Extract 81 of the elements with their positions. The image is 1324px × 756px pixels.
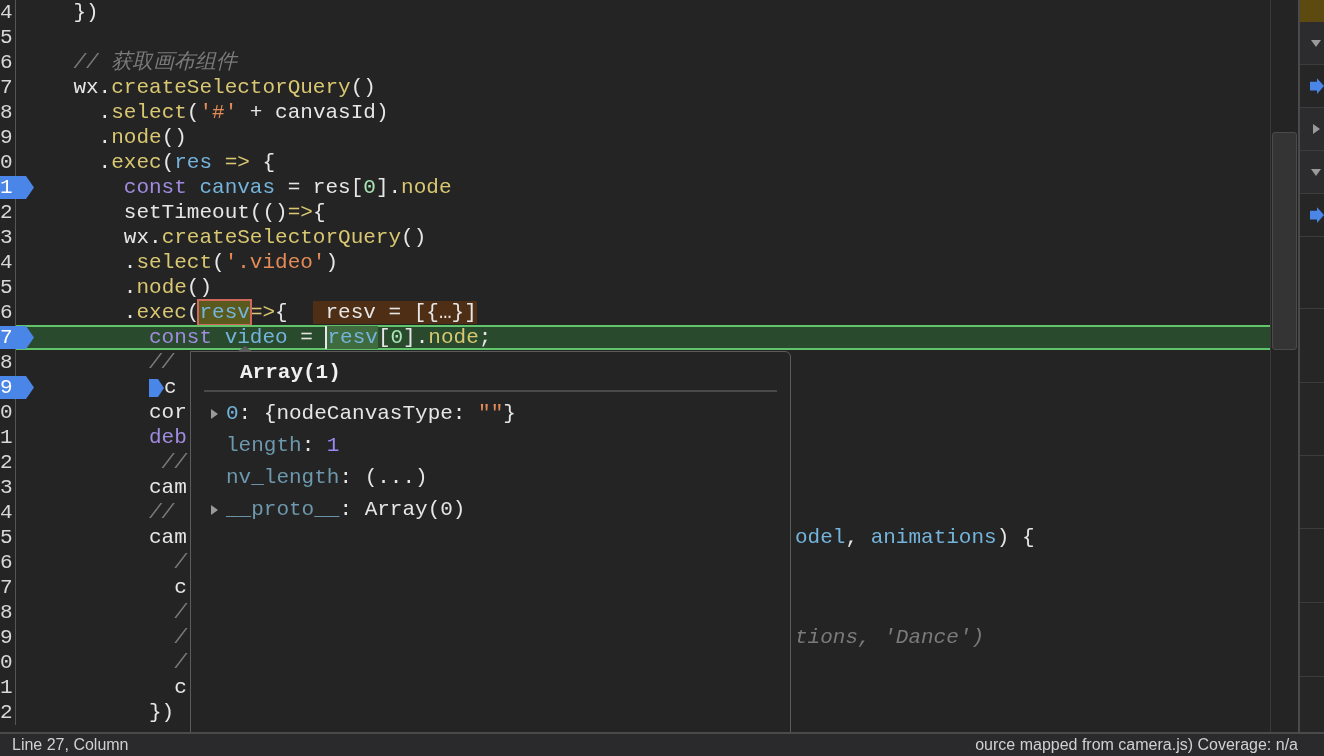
property-entry: length: 1 <box>226 433 340 460</box>
code-line: / <box>173 600 187 625</box>
arrow-icon[interactable] <box>1310 77 1324 95</box>
line-number: 1 <box>0 425 14 450</box>
line-number: 0 <box>0 400 14 425</box>
code-line: .select('.video') <box>122 250 339 275</box>
line-number: 7 <box>0 575 14 600</box>
line-number: 9 <box>0 125 14 150</box>
line-number: 2 <box>0 700 14 725</box>
code-line: }) <box>72 0 99 25</box>
collapse-icon[interactable] <box>1310 37 1322 49</box>
sidebar-section-header[interactable] <box>1300 108 1324 151</box>
code-line: / <box>173 550 187 575</box>
code-line: .exec(res => { <box>97 150 276 175</box>
expand-icon[interactable] <box>208 504 220 516</box>
code-line: c <box>173 675 187 700</box>
line-number: 8 <box>0 350 14 375</box>
code-line: / <box>173 625 187 650</box>
line-number: 0 <box>0 650 14 675</box>
code-line: // <box>148 500 175 525</box>
code-line: odel, animations) { <box>795 525 1035 550</box>
code-line: cam <box>148 525 187 550</box>
line-number: 1 <box>0 675 14 700</box>
breakpoint-marker-icon[interactable] <box>0 376 34 399</box>
line-number: 2 <box>0 200 14 225</box>
scrollbar-thumb[interactable] <box>1272 132 1297 350</box>
status-text: Line 27, Column <box>11 735 129 755</box>
code-line: .node() <box>122 275 213 300</box>
sidebar-section-header[interactable] <box>1300 151 1324 194</box>
line-number: 7 <box>0 75 14 100</box>
code-line: c <box>164 375 177 400</box>
code-line: cam <box>148 475 187 500</box>
line-number: 5 <box>0 275 14 300</box>
property-entry: nv_length: (...) <box>226 465 428 492</box>
breakpoint-marker-icon[interactable] <box>0 176 34 199</box>
code-line: wx.createSelectorQuery() <box>72 75 376 100</box>
arrow-icon[interactable] <box>1310 206 1324 224</box>
breakpoint-marker-icon[interactable] <box>0 326 34 349</box>
property-entry: __proto__: Array(0) <box>226 497 466 524</box>
code-line: .exec(resv=>{ resv = [{…}] <box>122 300 477 325</box>
code-line: cor <box>148 400 187 425</box>
code-line: setTimeout(()=>{ <box>122 200 326 225</box>
expand-icon[interactable] <box>208 408 220 420</box>
line-number: 9 <box>0 625 14 650</box>
code-line: const canvas = res[0].node <box>122 175 452 200</box>
code-line: // <box>148 350 175 375</box>
code-line: .node() <box>97 125 187 150</box>
status-text: ource mapped from camera.js) Coverage: n/a <box>975 735 1298 755</box>
line-number: 7 <box>0 325 14 350</box>
code-line: // 获取画布组件 <box>72 50 238 75</box>
line-number: 1 <box>0 175 14 200</box>
line-number: 4 <box>0 0 14 25</box>
code-line: }) <box>148 700 175 725</box>
line-number: 6 <box>0 550 14 575</box>
line-number: 3 <box>0 225 14 250</box>
expand-icon[interactable] <box>1310 123 1322 135</box>
code-line: wx.createSelectorQuery() <box>122 225 427 250</box>
code-line: tions, 'Dance') <box>795 625 985 650</box>
line-number: 8 <box>0 100 14 125</box>
line-number: 4 <box>0 500 14 525</box>
property-entry: 0: {nodeCanvasType: ""} <box>226 401 516 428</box>
line-number: 8 <box>0 600 14 625</box>
line-number: 4 <box>0 250 14 275</box>
code-line: / <box>173 650 187 675</box>
popover-title: Array(1) <box>239 360 342 386</box>
line-number: 9 <box>0 375 14 400</box>
code-line: deb <box>148 425 187 450</box>
sidebar-section-header[interactable] <box>1300 22 1324 65</box>
collapse-icon[interactable] <box>1310 166 1322 178</box>
code-line: .select('#' + canvasId) <box>97 100 389 125</box>
code-line: c <box>173 575 187 600</box>
line-number: 5 <box>0 525 14 550</box>
line-number: 0 <box>0 150 14 175</box>
line-number: 3 <box>0 475 14 500</box>
line-number: 2 <box>0 450 14 475</box>
paused-banner <box>1300 0 1324 22</box>
line-number: 6 <box>0 50 14 75</box>
inline-breakpoint-icon[interactable] <box>149 378 165 397</box>
line-number: 5 <box>0 25 14 50</box>
line-number: 6 <box>0 300 14 325</box>
code-line: // <box>160 450 187 475</box>
